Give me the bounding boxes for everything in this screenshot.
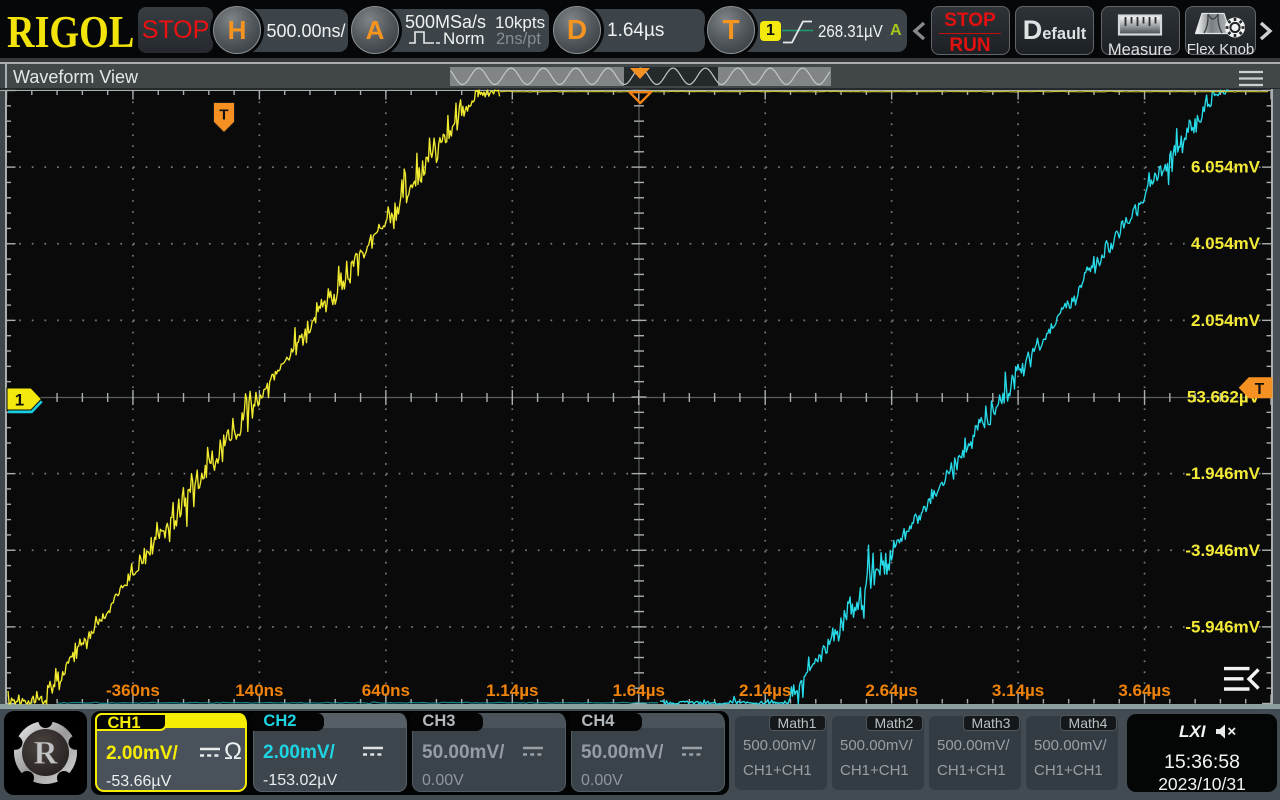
svg-text:640ns: 640ns	[362, 681, 410, 700]
svg-text:1: 1	[15, 391, 24, 410]
svg-text:1.14µs: 1.14µs	[486, 681, 538, 700]
svg-text:3.14µs: 3.14µs	[992, 681, 1044, 700]
svg-text:6.054mV: 6.054mV	[1191, 158, 1261, 177]
svg-text:4.054mV: 4.054mV	[1191, 234, 1261, 253]
svg-text:-5.946mV: -5.946mV	[1185, 617, 1260, 636]
svg-text:2.14µs: 2.14µs	[739, 681, 791, 700]
svg-text:-360ns: -360ns	[106, 681, 160, 700]
svg-text:3.64µs: 3.64µs	[1118, 681, 1170, 700]
svg-text:-1.946mV: -1.946mV	[1185, 464, 1260, 483]
svg-text:R: R	[34, 736, 59, 772]
svg-text:T: T	[1255, 381, 1265, 398]
svg-text:T: T	[219, 107, 228, 124]
svg-text:2.64µs: 2.64µs	[865, 681, 917, 700]
svg-text:2.054mV: 2.054mV	[1191, 311, 1261, 330]
svg-text:1.64µs: 1.64µs	[613, 681, 665, 700]
svg-text:-3.946mV: -3.946mV	[1185, 541, 1260, 560]
svg-text:140ns: 140ns	[235, 681, 283, 700]
